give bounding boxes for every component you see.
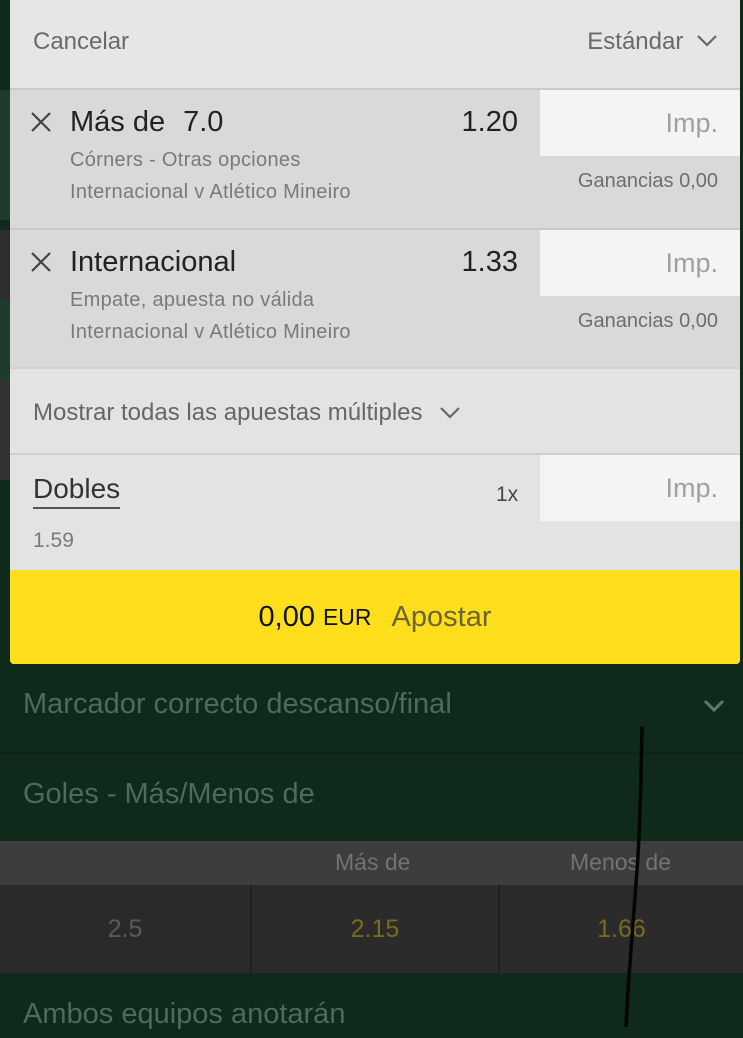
bet-market: Empate, apuesta no válida <box>70 289 315 311</box>
bg-odds-under[interactable]: 1.66 <box>500 885 743 973</box>
bg-header-under: Menos de <box>570 849 672 875</box>
doubles-odds: 1.59 <box>33 529 74 552</box>
total-stake-amount: 0,00 <box>258 600 315 633</box>
bet-market: Córners - Otras opciones <box>70 149 301 171</box>
show-all-multiples-row: Mostrar todas las apuestas múltiples <box>33 399 461 427</box>
show-all-multiples-toggle[interactable]: Mostrar todas las apuestas múltiples <box>10 367 740 455</box>
bg-edge-stripe <box>0 230 10 300</box>
bet-item: Internacional 1.33 Empate, apuesta no vá… <box>10 228 740 369</box>
bet-odds: 1.20 <box>461 106 518 138</box>
bet-selection: Más de 7.0 <box>70 106 223 139</box>
bg-market-title: Ambos equipos anotarán <box>23 998 346 1030</box>
chevron-down-icon <box>701 692 727 726</box>
bg-market-title: Goles - Más/Menos de <box>23 778 315 810</box>
bg-edge-stripe <box>0 380 10 480</box>
bg-table-row: 2.5 2.15 1.66 <box>0 885 743 973</box>
place-bet-button[interactable]: 0,00 EUR Apostar <box>10 570 740 664</box>
chevron-down-icon <box>439 403 461 425</box>
bet-item: Más de 7.0 1.20 Córners - Otras opciones … <box>10 88 740 229</box>
bet-slip: Cancelar Estándar Más de 7.0 1.20 Córners… <box>10 0 740 664</box>
bet-event: Internacional v Atlético Mineiro <box>70 181 351 203</box>
bg-market-title: Marcador correcto descanso/final <box>23 688 452 720</box>
bet-mode-label: Estándar <box>587 28 684 55</box>
bet-odds: 1.33 <box>461 246 518 278</box>
selection-handicap: 7.0 <box>183 106 224 138</box>
bg-market-both-teams-score[interactable]: Ambos equipos anotarán <box>0 998 743 1038</box>
stake-input[interactable] <box>540 90 740 156</box>
bg-market-goals-over-under[interactable]: Goles - Más/Menos de <box>0 778 743 838</box>
bg-market-half-full-correct-score[interactable]: Marcador correcto descanso/final <box>0 688 743 748</box>
remove-bet-close-icon[interactable] <box>28 250 54 276</box>
doubles-multiplier: 1x <box>496 483 519 506</box>
place-bet-label: Apostar <box>391 600 492 633</box>
bg-edge-stripe <box>0 300 10 380</box>
bg-divider <box>0 752 743 754</box>
doubles-label[interactable]: Dobles <box>33 473 121 509</box>
bg-cell-line: 2.5 <box>107 914 143 943</box>
bg-header-over: Más de <box>335 849 411 875</box>
bg-odds-over[interactable]: 2.15 <box>252 885 498 973</box>
chevron-down-icon <box>696 31 718 54</box>
cancel-button[interactable]: Cancelar <box>33 28 129 56</box>
doubles-stake-input[interactable] <box>540 455 740 521</box>
bet-selection: Internacional <box>70 246 236 279</box>
stake-input[interactable] <box>540 230 740 296</box>
potential-returns: Ganancias 0,00 <box>577 310 718 332</box>
bet-event: Internacional v Atlético Mineiro <box>70 321 351 343</box>
currency-label: EUR <box>322 603 372 630</box>
bet-slip-header: Cancelar Estándar <box>10 0 740 88</box>
bet-mode-dropdown[interactable]: Estándar <box>587 28 718 56</box>
remove-bet-close-icon[interactable] <box>28 110 54 136</box>
potential-returns: Ganancias 0,00 <box>577 170 718 192</box>
doubles-multiple: Dobles 1x 1.59 <box>10 453 740 570</box>
show-all-multiples-label: Mostrar todas las apuestas múltiples <box>33 399 423 426</box>
selection-name: Internacional <box>70 246 237 278</box>
selection-name: Más de <box>70 106 166 138</box>
bg-edge-stripe <box>0 90 10 220</box>
bg-table-header: Más de Menos de <box>0 841 743 885</box>
